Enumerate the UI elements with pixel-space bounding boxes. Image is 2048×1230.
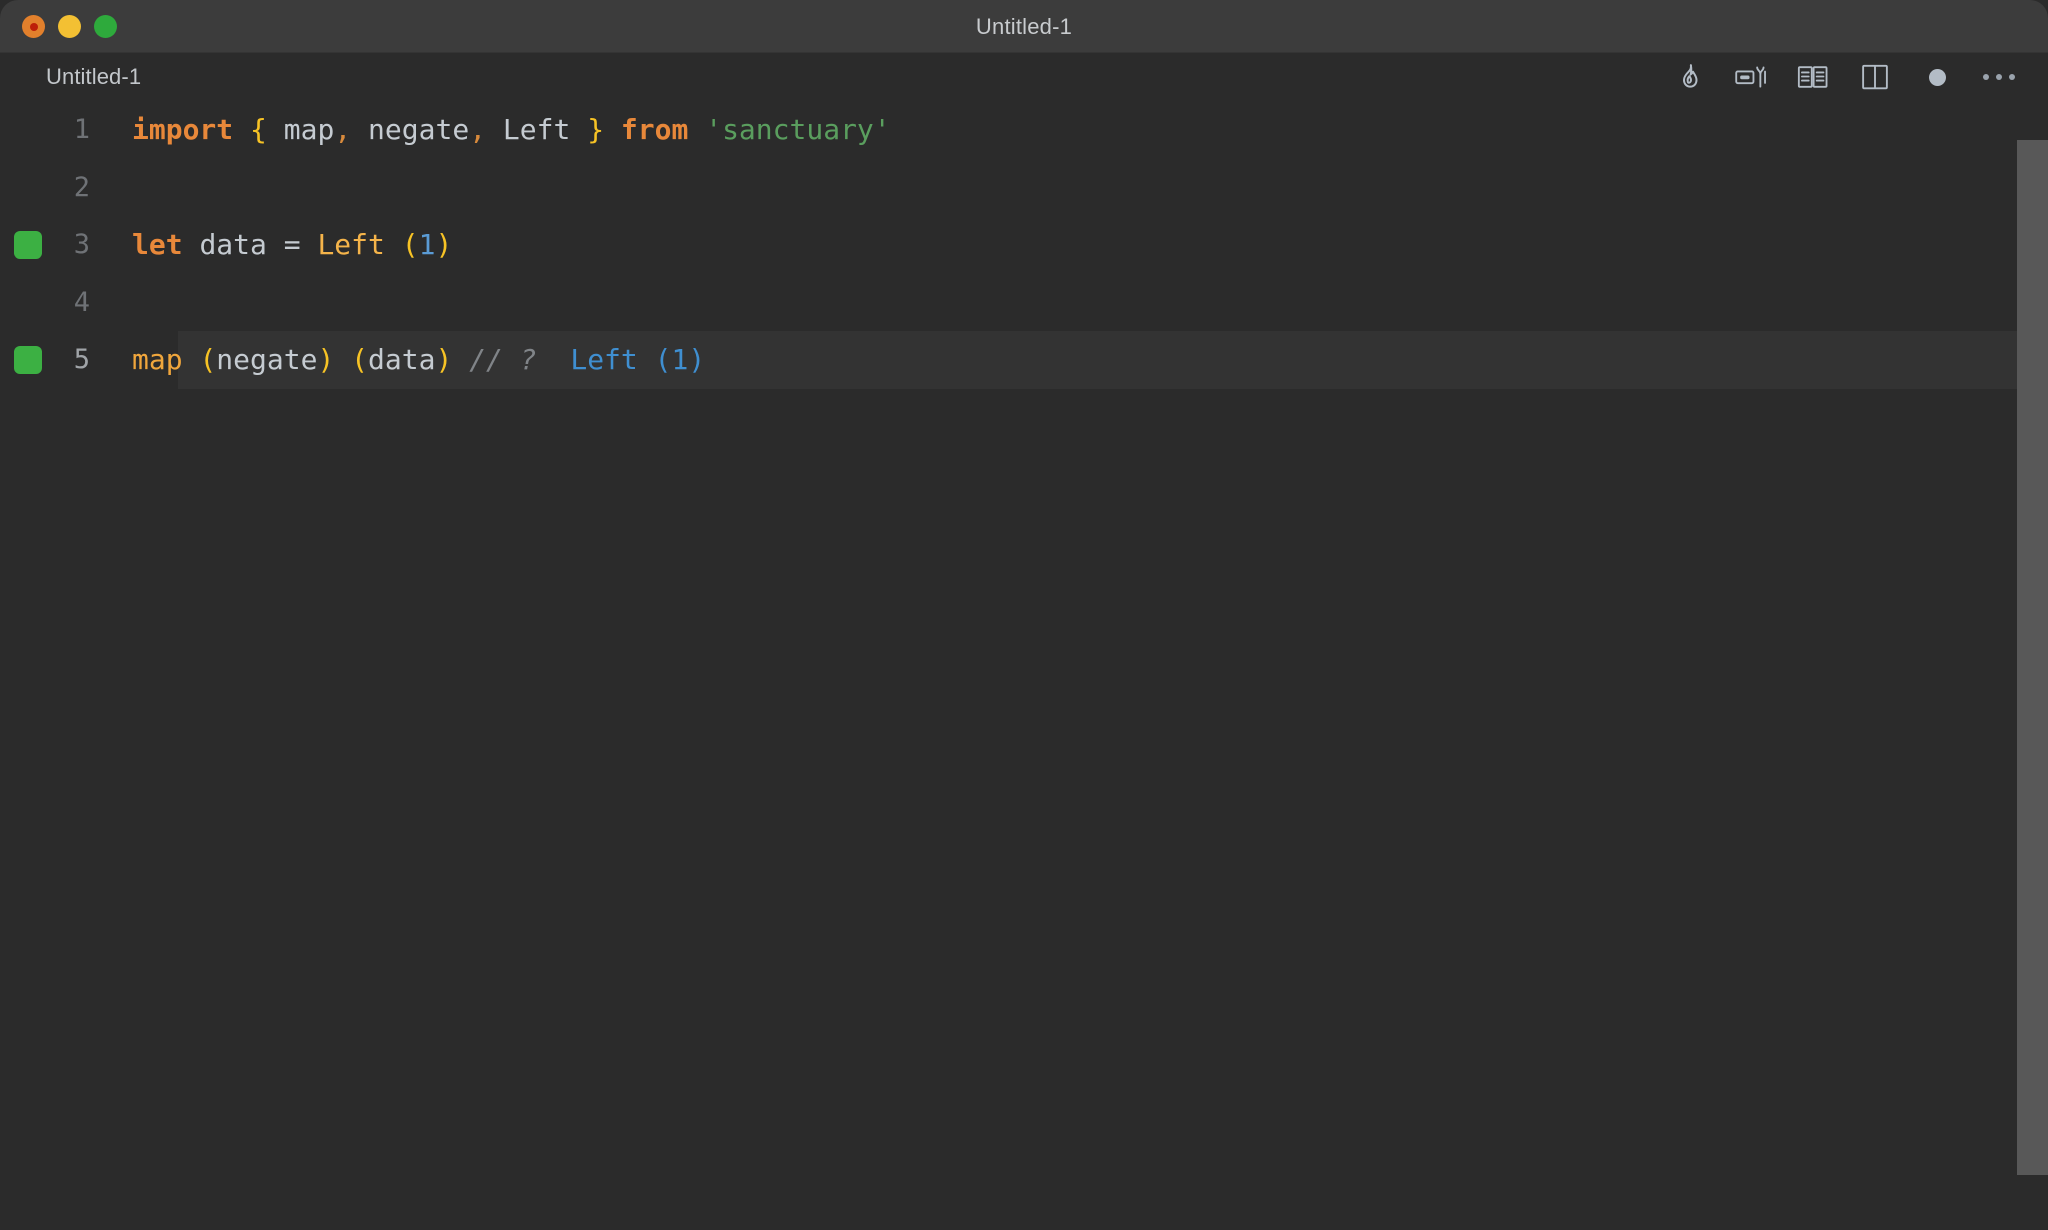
more-actions-icon[interactable] (1968, 53, 2030, 101)
tab-bar: Untitled-1 (0, 53, 2048, 101)
code-lines: 1 import { map, negate, Left } from 'sanc… (0, 101, 2048, 389)
token-brace: } (587, 113, 605, 147)
window-title: Untitled-1 (975, 13, 1073, 39)
split-editor-icon[interactable] (1844, 53, 1906, 101)
token-ident (183, 343, 200, 376)
close-window-button[interactable] (22, 15, 45, 38)
token-ident (537, 343, 571, 376)
tab-untitled-1[interactable]: Untitled-1 (0, 53, 163, 101)
tab-label: Untitled-1 (46, 64, 142, 89)
editor-action-bar (1658, 53, 2048, 101)
unsaved-indicator (1928, 68, 1946, 86)
token-paren: ( (351, 343, 369, 377)
code-line-3[interactable]: 3 let data = Left (1) (0, 216, 2048, 274)
token-paren: ( (199, 343, 217, 377)
token-ident (267, 113, 284, 146)
token-ident (385, 228, 402, 261)
token-ident: Left (502, 113, 571, 147)
ellipsis-glyph (1983, 74, 2015, 80)
token-kw: from (620, 113, 689, 147)
line-content: let data = Left (1) (132, 228, 452, 261)
token-ident (452, 343, 469, 376)
tab-group: Untitled-1 (0, 53, 163, 101)
line-content: map (negate) (data) // ? Left (1) (132, 343, 705, 376)
line-number: 1 (73, 114, 90, 146)
token-ident: data (199, 228, 267, 262)
token-ident (267, 228, 284, 261)
code-editor[interactable]: 1 import { map, negate, Left } from 'sanc… (0, 101, 2048, 1230)
token-num: 1 (418, 228, 436, 262)
token-kw: let (132, 228, 183, 262)
code-line-5[interactable]: 5 map (negate) (data) // ? Left (1) (0, 331, 2048, 389)
unsaved-dot-icon[interactable] (1906, 53, 1968, 101)
token-comment: // ? (469, 343, 537, 377)
line-content: import { map, negate, Left } from 'sanct… (132, 113, 891, 146)
token-ident (301, 228, 318, 261)
run-code-icon[interactable] (1720, 53, 1782, 101)
token-brace: { (250, 113, 267, 147)
token-kw: import (132, 113, 234, 147)
token-ident: map (283, 113, 335, 147)
token-ident (183, 228, 200, 261)
minimize-window-button[interactable] (58, 15, 81, 38)
traffic-lights (22, 15, 117, 38)
token-ident (570, 113, 587, 146)
token-ident (233, 113, 250, 146)
maximize-window-button[interactable] (94, 15, 117, 38)
open-preview-icon[interactable] (1782, 53, 1844, 101)
token-ident: data (368, 343, 436, 377)
token-ident: negate (216, 343, 318, 377)
token-ident (688, 113, 705, 146)
token-punct: , (469, 113, 487, 147)
code-line-2[interactable]: 2 (0, 159, 2048, 217)
token-paren: ) (435, 228, 453, 262)
token-result: Left (1) (570, 343, 706, 377)
vertical-scrollbar[interactable] (2017, 140, 2048, 1175)
gutter-coverage-marker[interactable] (14, 230, 42, 259)
code-line-1[interactable]: 1 import { map, negate, Left } from 'sanc… (0, 101, 2048, 159)
code-line-4[interactable]: 4 (0, 274, 2048, 332)
token-ident (351, 113, 368, 146)
token-fname: Left (317, 228, 385, 262)
title-bar: Untitled-1 (0, 0, 2048, 53)
quokka-flame-icon[interactable] (1658, 53, 1720, 101)
token-paren: ) (317, 343, 335, 377)
app-window: Untitled-1 Untitled-1 1 import {map, ne… (0, 0, 2048, 1230)
token-ident (486, 113, 503, 146)
token-ident: = (283, 228, 301, 262)
line-number: 5 (73, 344, 90, 376)
token-paren: ( (401, 228, 419, 262)
line-number: 4 (73, 286, 90, 318)
token-ident (334, 343, 351, 376)
token-paren: ) (435, 343, 453, 377)
token-ident (604, 113, 621, 146)
token-fcall: map (132, 343, 183, 377)
token-str: 'sanctuary' (705, 113, 891, 147)
token-ident: negate (368, 113, 470, 147)
line-number: 2 (73, 171, 90, 203)
token-punct: , (334, 113, 352, 147)
